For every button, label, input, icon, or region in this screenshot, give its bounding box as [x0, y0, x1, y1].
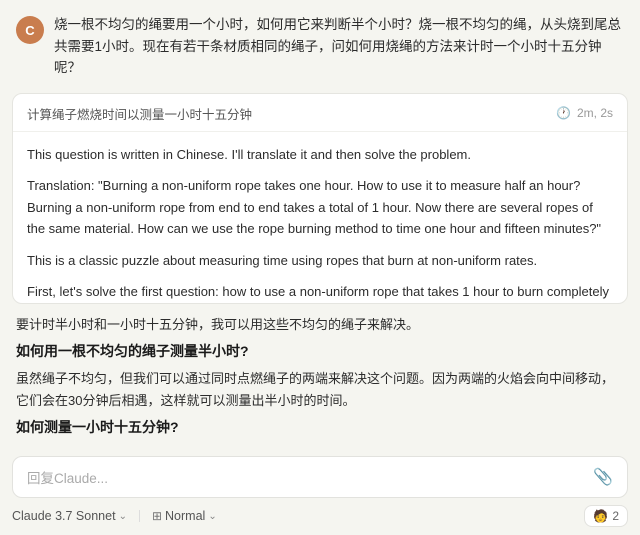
chinese-section1-title: 如何用一根不均匀的绳子测量半小时?: [16, 340, 624, 364]
response-card: 计算绳子燃烧时间以测量一小时十五分钟 🕐 2m, 2s This questio…: [12, 93, 628, 304]
input-box[interactable]: 回复Claude... 📎: [12, 456, 628, 498]
chinese-section: 要计时半小时和一小时十五分钟，我可以用这些不均匀的绳子来解决。 如何用一根不均匀…: [0, 304, 640, 450]
model-chevron-icon: ⌄: [119, 511, 127, 522]
char-count-badge: 🧑 2: [584, 505, 628, 527]
divider: [139, 510, 140, 522]
chinese-section1-text: 虽然绳子不均匀，但我们可以通过同时点燃绳子的两端来解决这个问题。因为两端的火焰会…: [16, 368, 624, 412]
chinese-summary-intro: 要计时半小时和一小时十五分钟，我可以用这些不均匀的绳子来解决。: [16, 314, 624, 336]
user-avatar: C: [16, 16, 44, 44]
response-paragraph: Translation: "Burning a non-uniform rope…: [27, 175, 613, 239]
mode-name-label: Normal: [165, 509, 205, 523]
model-selector: Claude 3.7 Sonnet ⌄ ⊞ Normal ⌄: [12, 509, 217, 523]
response-body[interactable]: This question is written in Chinese. I'l…: [13, 132, 627, 303]
attach-icon[interactable]: 📎: [593, 467, 613, 487]
response-paragraph: This question is written in Chinese. I'l…: [27, 144, 613, 165]
mode-selector-button[interactable]: ⊞ Normal ⌄: [152, 509, 217, 523]
response-meta: 🕐 2m, 2s: [556, 106, 613, 120]
bottom-controls: Claude 3.7 Sonnet ⌄ ⊞ Normal ⌄ 🧑 2: [12, 505, 628, 527]
input-placeholder: 回复Claude...: [27, 467, 108, 487]
model-name-button[interactable]: Claude 3.7 Sonnet ⌄: [12, 509, 127, 523]
bottom-bar: 回复Claude... 📎 Claude 3.7 Sonnet ⌄ ⊞ Norm…: [0, 450, 640, 535]
question-area: C 烧一根不均匀的绳要用一个小时，如何用它来判断半个小时？烧一根不均匀的绳，从头…: [0, 0, 640, 93]
response-time: 2m, 2s: [577, 106, 613, 120]
char-count-value: 2: [612, 509, 619, 523]
response-title: 计算绳子燃烧时间以测量一小时十五分钟: [27, 104, 252, 123]
response-paragraph: First, let's solve the first question: h…: [27, 281, 613, 303]
response-header: 计算绳子燃烧时间以测量一小时十五分钟 🕐 2m, 2s: [13, 94, 627, 132]
chinese-section2-title: 如何测量一小时十五分钟?: [16, 416, 624, 440]
person-icon: 🧑: [593, 509, 608, 523]
mode-chevron-icon: ⌄: [208, 511, 216, 522]
model-name-label: Claude 3.7 Sonnet: [12, 509, 116, 523]
mode-icon: ⊞: [152, 509, 162, 523]
response-paragraph: This is a classic puzzle about measuring…: [27, 250, 613, 271]
question-text: 烧一根不均匀的绳要用一个小时，如何用它来判断半个小时？烧一根不均匀的绳，从头烧到…: [54, 14, 624, 79]
clock-icon: 🕐: [556, 106, 571, 120]
